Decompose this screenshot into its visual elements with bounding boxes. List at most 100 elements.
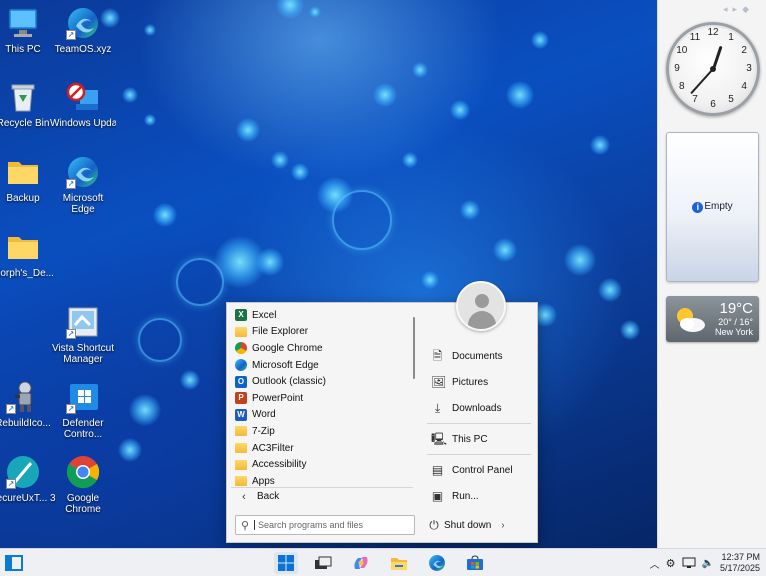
search-input[interactable] (254, 520, 404, 530)
desktop-icon-teamos[interactable]: ↗ TeamOS.xyz (50, 6, 116, 55)
edge-button[interactable] (425, 552, 449, 574)
chevron-left-icon[interactable]: ◂ (723, 4, 733, 14)
network-icon[interactable] (682, 557, 696, 569)
file-explorer-button[interactable] (387, 552, 411, 574)
place-item[interactable]: 🖳 This PC (427, 426, 531, 452)
settings-cog-icon[interactable]: ⚙ (666, 557, 676, 570)
bokeh-light (291, 163, 309, 181)
place-item[interactable]: ▤ Control Panel (427, 457, 531, 483)
desktop-icon-backup[interactable]: Backup (0, 155, 56, 204)
place-item[interactable]: ▣ Run... (427, 483, 531, 509)
program-label: 7-Zip (252, 425, 275, 437)
sidebar-nav[interactable]: ◂▸◆ (723, 4, 754, 15)
bokeh-light (236, 118, 260, 142)
desktop-icon-defender-control[interactable]: ↗ Defender Contro... (50, 380, 116, 440)
clock-number: 9 (674, 63, 680, 74)
desktop-icon-secureux[interactable]: ↗ SecureUxT... 3.0.0 (0, 455, 56, 504)
bokeh-light (373, 83, 397, 107)
clock-center (710, 66, 716, 72)
chevron-right-icon[interactable]: › (501, 520, 504, 531)
program-list-scrollbar[interactable] (413, 317, 415, 379)
folder-icon (235, 476, 247, 487)
folder-icon (6, 230, 40, 264)
program-item[interactable]: P PowerPoint (231, 390, 417, 407)
desktop-icon-morphs-de[interactable]: Morph's_De... (0, 230, 56, 279)
bokeh-light (256, 248, 284, 276)
bokeh-light (144, 24, 156, 36)
place-label: Run... (452, 490, 479, 502)
program-item[interactable]: X Excel (231, 307, 417, 324)
search-icon: ⚲ (240, 519, 250, 532)
program-item[interactable]: W Word (231, 407, 417, 424)
defender-control-icon: ↗ (66, 380, 100, 414)
desktop-icon-windows-update[interactable]: Windows Update... (50, 80, 116, 129)
desktop-icon-microsoft-edge[interactable]: ↗ Microsoft Edge (50, 155, 116, 215)
chevron-up-icon[interactable]: ︿ (650, 556, 660, 571)
speaker-icon[interactable]: 🔈 (702, 558, 714, 569)
place-item[interactable]: ⤓ Downloads (427, 395, 531, 421)
task-view-button[interactable] (311, 552, 335, 574)
program-item[interactable]: Google Chrome (231, 340, 417, 357)
taskbar-clock[interactable]: 12:37 PM 5/17/2025 (720, 552, 760, 574)
bokeh-light (412, 62, 428, 78)
desktop-icon-rebuild-icon-cache[interactable]: ↗ RebuildIco... (0, 380, 56, 429)
place-label: Documents (452, 350, 503, 362)
secureux-icon: ↗ (6, 455, 40, 489)
place-item[interactable]: 🗎 Documents (427, 343, 531, 369)
desktop-icon-vista-shortcut-manager[interactable]: ↗ Vista Shortcut Manager (50, 305, 116, 365)
chrome-icon (235, 342, 247, 355)
shutdown-button[interactable]: ⏻ Shut down › (427, 515, 504, 535)
desktop-icon-this-pc[interactable]: This PC (0, 6, 56, 55)
show-desktop-button[interactable] (2, 552, 26, 574)
search-box[interactable]: ⚲ (235, 515, 415, 535)
program-item[interactable]: Accessibility (231, 456, 417, 473)
place-label: Pictures (452, 376, 489, 388)
user-avatar[interactable] (456, 281, 506, 331)
microsoft-store-button[interactable] (463, 552, 487, 574)
taskbar: ︿ ⚙ 🔈 12:37 PM 5/17/2025 (0, 548, 766, 576)
place-label: This PC (452, 433, 488, 445)
this-pc-icon (6, 6, 40, 40)
power-icon: ⏻ (429, 518, 439, 532)
start-button[interactable] (274, 552, 298, 574)
place-item[interactable]: 🖼 Pictures (427, 369, 531, 395)
desktop-icon-google-chrome[interactable]: Google Chrome (50, 455, 116, 515)
chevron-left-icon: ‹ (242, 490, 246, 503)
copilot-button[interactable] (349, 552, 373, 574)
empty-gadget[interactable]: i Empty (666, 132, 759, 282)
copilot-icon (354, 557, 368, 569)
bokeh-light (317, 177, 353, 213)
clock-number: 8 (679, 81, 685, 92)
program-item[interactable]: Microsoft Edge (231, 357, 417, 374)
pictures-icon: 🖼 (431, 374, 447, 389)
gear-icon[interactable]: ◆ (742, 4, 754, 14)
program-item[interactable]: File Explorer (231, 324, 417, 341)
places-list: 🗎 Documents 🖼 Pictures ⤓ Downloads 🖳 This PC ▤ Co… (427, 343, 531, 509)
edge-shortcut-icon: ↗ (66, 6, 100, 40)
program-label: PowerPoint (252, 392, 304, 404)
weather-gadget[interactable]: 19°C 20° / 16° New York (666, 296, 759, 342)
folder-icon (235, 443, 247, 454)
windows-update-icon (66, 80, 100, 114)
store-icon (467, 555, 483, 570)
desktop-icon-recycle-bin[interactable]: Recycle Bin (0, 80, 56, 129)
clock-gadget[interactable]: 12 1 2 3 4 5 6 7 8 9 10 11 (666, 22, 760, 116)
bokeh-light (460, 200, 480, 220)
bokeh-light (214, 236, 266, 288)
program-item[interactable]: AC3Filter (231, 440, 417, 457)
program-item[interactable]: O Outlook (classic) (231, 373, 417, 390)
recycle-bin-icon (6, 80, 40, 114)
bokeh-light (450, 100, 470, 120)
weather-city: New York (714, 327, 753, 337)
back-button[interactable]: ‹ Back (231, 487, 413, 505)
program-item[interactable]: 7-Zip (231, 423, 417, 440)
weather-temperature: 19°C (719, 300, 753, 317)
bokeh-light (129, 394, 161, 426)
program-list: X Excel File Explorer Google Chrome Microsof… (231, 307, 417, 507)
chevron-right-icon[interactable]: ▸ (733, 4, 743, 14)
run-icon: ▣ (431, 488, 444, 503)
bokeh-light (506, 81, 534, 109)
clock-number: 12 (707, 27, 719, 38)
bokeh-light (309, 6, 321, 18)
outlook-icon: O (235, 375, 247, 388)
